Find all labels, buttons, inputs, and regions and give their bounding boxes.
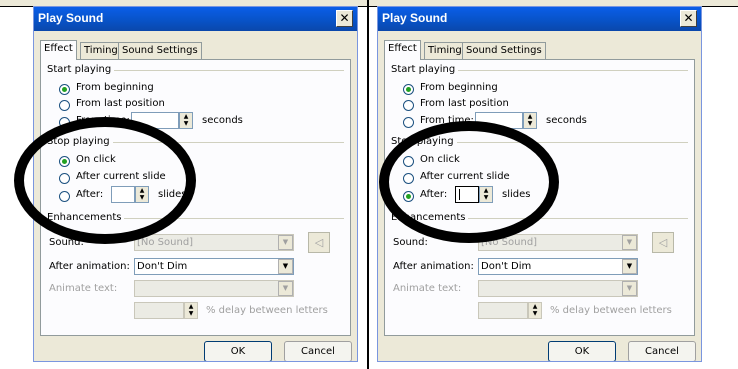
close-button[interactable]: ✕ [336, 10, 353, 27]
delay-input[interactable] [134, 302, 184, 319]
ok-button[interactable]: OK [548, 341, 616, 361]
from-beginning-label: From beginning [76, 82, 154, 93]
close-icon: ✕ [683, 11, 694, 25]
tab-sound-settings[interactable]: Sound Settings [118, 42, 202, 59]
delay-label: % delay between letters [550, 305, 672, 316]
from-beginning-label: From beginning [420, 82, 498, 93]
tab-sound-settings[interactable]: Sound Settings [462, 42, 546, 59]
sound-label: Sound: [393, 237, 428, 248]
spin-arrows-icon: ▲ ▼ [527, 113, 533, 127]
spin-arrows-icon: ▲ ▼ [183, 113, 189, 127]
chevron-down-icon: ▼ [278, 259, 293, 274]
highlight-ring-left [14, 117, 196, 244]
radio-from-last-position[interactable] [403, 100, 414, 111]
highlight-ring-right [379, 121, 559, 243]
spin-arrows-icon: ▲ ▼ [532, 303, 538, 317]
radio-from-last-position[interactable] [59, 100, 70, 111]
seconds-label: seconds [546, 115, 587, 126]
tab-timing[interactable]: Timing [424, 42, 466, 59]
time-spinner[interactable]: ▲ ▼ [523, 112, 537, 129]
after-animation-select[interactable]: Don't Dim [134, 258, 294, 275]
speaker-icon[interactable]: ◁ [308, 232, 330, 253]
animate-text-label: Animate text: [49, 283, 118, 294]
radio-from-time[interactable] [403, 117, 414, 128]
after-animation-label: After animation: [49, 261, 130, 272]
tab-effect[interactable]: Effect [40, 40, 77, 60]
from-last-position-label: From last position [76, 98, 165, 109]
chevron-down-icon: ▼ [622, 281, 637, 296]
dialog-title: Play Sound [382, 11, 448, 25]
start-playing-label: Start playing [391, 64, 459, 75]
cancel-button[interactable]: Cancel [628, 341, 696, 361]
tab-effect[interactable]: Effect [384, 40, 421, 60]
title-bar: Play Sound ✕ [378, 7, 701, 31]
close-button[interactable]: ✕ [680, 10, 697, 27]
chevron-down-icon: ▼ [278, 235, 293, 250]
sound-select[interactable]: [No Sound] [134, 234, 294, 251]
start-playing-label: Start playing [47, 64, 115, 75]
chevron-down-icon: ▼ [278, 281, 293, 296]
delay-label: % delay between letters [206, 305, 328, 316]
animate-text-select[interactable] [134, 280, 294, 297]
title-bar: Play Sound ✕ [34, 7, 357, 31]
after-animation-label: After animation: [393, 261, 474, 272]
speaker-icon[interactable]: ◁ [652, 232, 674, 253]
tab-timing[interactable]: Timing [80, 42, 122, 59]
animate-text-label: Animate text: [393, 283, 462, 294]
delay-input[interactable] [478, 302, 528, 319]
spin-arrows-icon: ▲ ▼ [188, 303, 194, 317]
dialog-title: Play Sound [38, 11, 104, 25]
screenshot-divider [367, 0, 369, 369]
from-last-position-label: From last position [420, 98, 509, 109]
radio-from-beginning[interactable] [403, 84, 414, 95]
close-icon: ✕ [339, 11, 350, 25]
cancel-button[interactable]: Cancel [284, 341, 352, 361]
chevron-down-icon: ▼ [622, 235, 637, 250]
animate-text-select[interactable] [478, 280, 638, 297]
delay-spinner[interactable]: ▲ ▼ [528, 302, 542, 319]
time-spinner[interactable]: ▲ ▼ [179, 112, 193, 129]
after-animation-select[interactable]: Don't Dim [478, 258, 638, 275]
radio-from-beginning[interactable] [59, 84, 70, 95]
seconds-label: seconds [202, 115, 243, 126]
ok-button[interactable]: OK [204, 341, 272, 361]
delay-spinner[interactable]: ▲ ▼ [184, 302, 198, 319]
chevron-down-icon: ▼ [622, 259, 637, 274]
